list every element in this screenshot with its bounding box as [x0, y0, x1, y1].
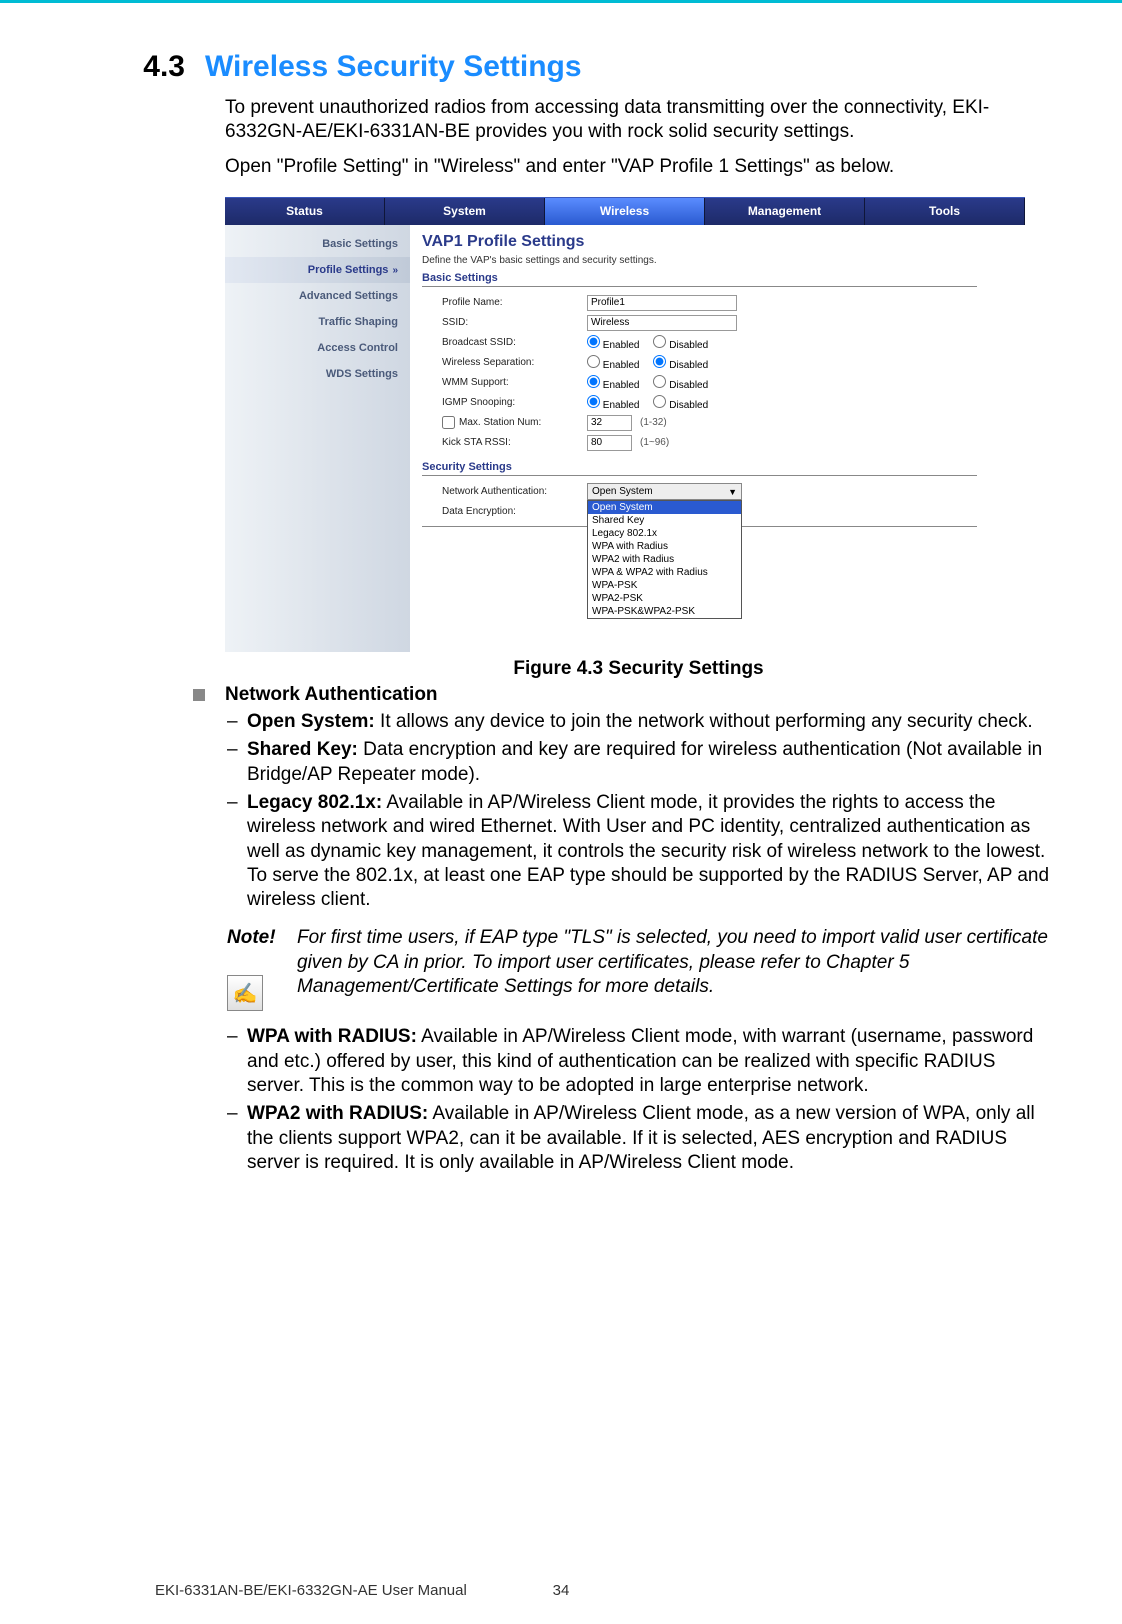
label-kick: Kick STA RSSI:	[442, 437, 587, 448]
panel-subtitle: Define the VAP's basic settings and secu…	[422, 255, 1025, 266]
footer-manual: EKI-6331AN-BE/EKI-6332GN-AE User Manual	[155, 1582, 467, 1599]
label-broadcast: Broadcast SSID:	[442, 337, 587, 348]
igmp-disabled[interactable]: Disabled	[653, 395, 708, 411]
opt-wpapsk[interactable]: WPA-PSK	[588, 579, 741, 592]
label-sep: Wireless Separation:	[442, 357, 587, 368]
opt-wpa2[interactable]: WPA2 with Radius	[588, 553, 741, 566]
wpa2-name: WPA2 with RADIUS:	[247, 1103, 428, 1124]
tab-tools[interactable]: Tools	[865, 198, 1025, 225]
tab-wireless[interactable]: Wireless	[545, 198, 705, 225]
opt-wpa2psk[interactable]: WPA2-PSK	[588, 592, 741, 605]
section-title: Wireless Security Settings	[205, 50, 582, 84]
label-wmm: WMM Support:	[442, 377, 587, 388]
label-auth: Network Authentication:	[442, 486, 587, 497]
note-text: For first time users, if EAP type "TLS" …	[297, 926, 1052, 1011]
wmm-disabled[interactable]: Disabled	[653, 375, 708, 391]
sep-enabled[interactable]: Enabled	[587, 355, 639, 371]
legacy-name: Legacy 802.1x:	[247, 792, 382, 813]
bullet-title: Network Authentication	[225, 684, 438, 706]
note-label: Note!	[227, 926, 297, 949]
open-text: It allows any device to join the network…	[375, 711, 1033, 732]
label-igmp: IGMP Snooping:	[442, 397, 587, 408]
ssid-input[interactable]	[587, 315, 737, 331]
shared-name: Shared Key:	[247, 739, 358, 760]
profile-name-input[interactable]	[587, 295, 737, 311]
maxsta-hint: (1-32)	[640, 417, 667, 428]
broadcast-enabled[interactable]: Enabled	[587, 335, 639, 351]
tab-system[interactable]: System	[385, 198, 545, 225]
maxsta-input[interactable]	[587, 415, 632, 431]
bullet-square-icon	[193, 689, 205, 701]
kick-input[interactable]	[587, 435, 632, 451]
open-name: Open System:	[247, 711, 375, 732]
sidebar-access[interactable]: Access Control	[225, 335, 410, 361]
shared-text: Data encryption and key are required for…	[247, 739, 1042, 784]
chevron-right-icon: »	[392, 265, 398, 276]
screenshot: Status System Wireless Management Tools …	[225, 197, 1025, 652]
opt-shared[interactable]: Shared Key	[588, 514, 741, 527]
label-maxsta: Max. Station Num:	[459, 418, 541, 429]
top-tabbar: Status System Wireless Management Tools	[225, 197, 1025, 225]
footer-page: 34	[553, 1582, 570, 1599]
opt-legacy[interactable]: Legacy 802.1x	[588, 527, 741, 540]
panel-title: VAP1 Profile Settings	[422, 233, 1025, 251]
opt-wpa[interactable]: WPA with Radius	[588, 540, 741, 553]
wpa-name: WPA with RADIUS:	[247, 1026, 417, 1047]
wmm-enabled[interactable]: Enabled	[587, 375, 639, 391]
intro-p2: Open "Profile Setting" in "Wireless" and…	[225, 155, 1052, 179]
auth-select[interactable]: Open System▼	[587, 483, 742, 500]
opt-wpapskwpa2psk[interactable]: WPA-PSK&WPA2-PSK	[588, 605, 741, 618]
maxsta-checkbox[interactable]	[442, 416, 455, 429]
kick-hint: (1~96)	[640, 437, 669, 448]
sidebar-profile[interactable]: Profile Settings»	[225, 257, 410, 283]
intro-p1: To prevent unauthorized radios from acce…	[225, 96, 1052, 145]
sidebar: Basic Settings Profile Settings» Advance…	[225, 225, 410, 652]
figure-caption: Figure 4.3 Security Settings	[225, 658, 1052, 680]
sidebar-traffic[interactable]: Traffic Shaping	[225, 309, 410, 335]
igmp-enabled[interactable]: Enabled	[587, 395, 639, 411]
broadcast-disabled[interactable]: Disabled	[653, 335, 708, 351]
section-number: 4.3	[70, 50, 205, 84]
opt-open[interactable]: Open System	[588, 501, 741, 514]
tab-management[interactable]: Management	[705, 198, 865, 225]
auth-dropdown[interactable]: Open System Shared Key Legacy 802.1x WPA…	[587, 500, 742, 619]
label-enc: Data Encryption:	[442, 506, 587, 517]
sidebar-wds[interactable]: WDS Settings	[225, 361, 410, 387]
opt-wpawpa2[interactable]: WPA & WPA2 with Radius	[588, 566, 741, 579]
security-settings-header: Security Settings	[422, 461, 977, 476]
sidebar-advanced[interactable]: Advanced Settings	[225, 283, 410, 309]
sidebar-basic[interactable]: Basic Settings	[225, 231, 410, 257]
page-footer: EKI-6331AN-BE/EKI-6332GN-AE User Manual …	[0, 1582, 1122, 1599]
chevron-down-icon: ▼	[728, 487, 737, 497]
basic-settings-header: Basic Settings	[422, 272, 977, 287]
note-icon: ✍	[227, 975, 263, 1011]
tab-status[interactable]: Status	[225, 198, 385, 225]
label-ssid: SSID:	[442, 317, 587, 328]
sep-disabled[interactable]: Disabled	[653, 355, 708, 371]
label-profile: Profile Name:	[442, 297, 587, 308]
